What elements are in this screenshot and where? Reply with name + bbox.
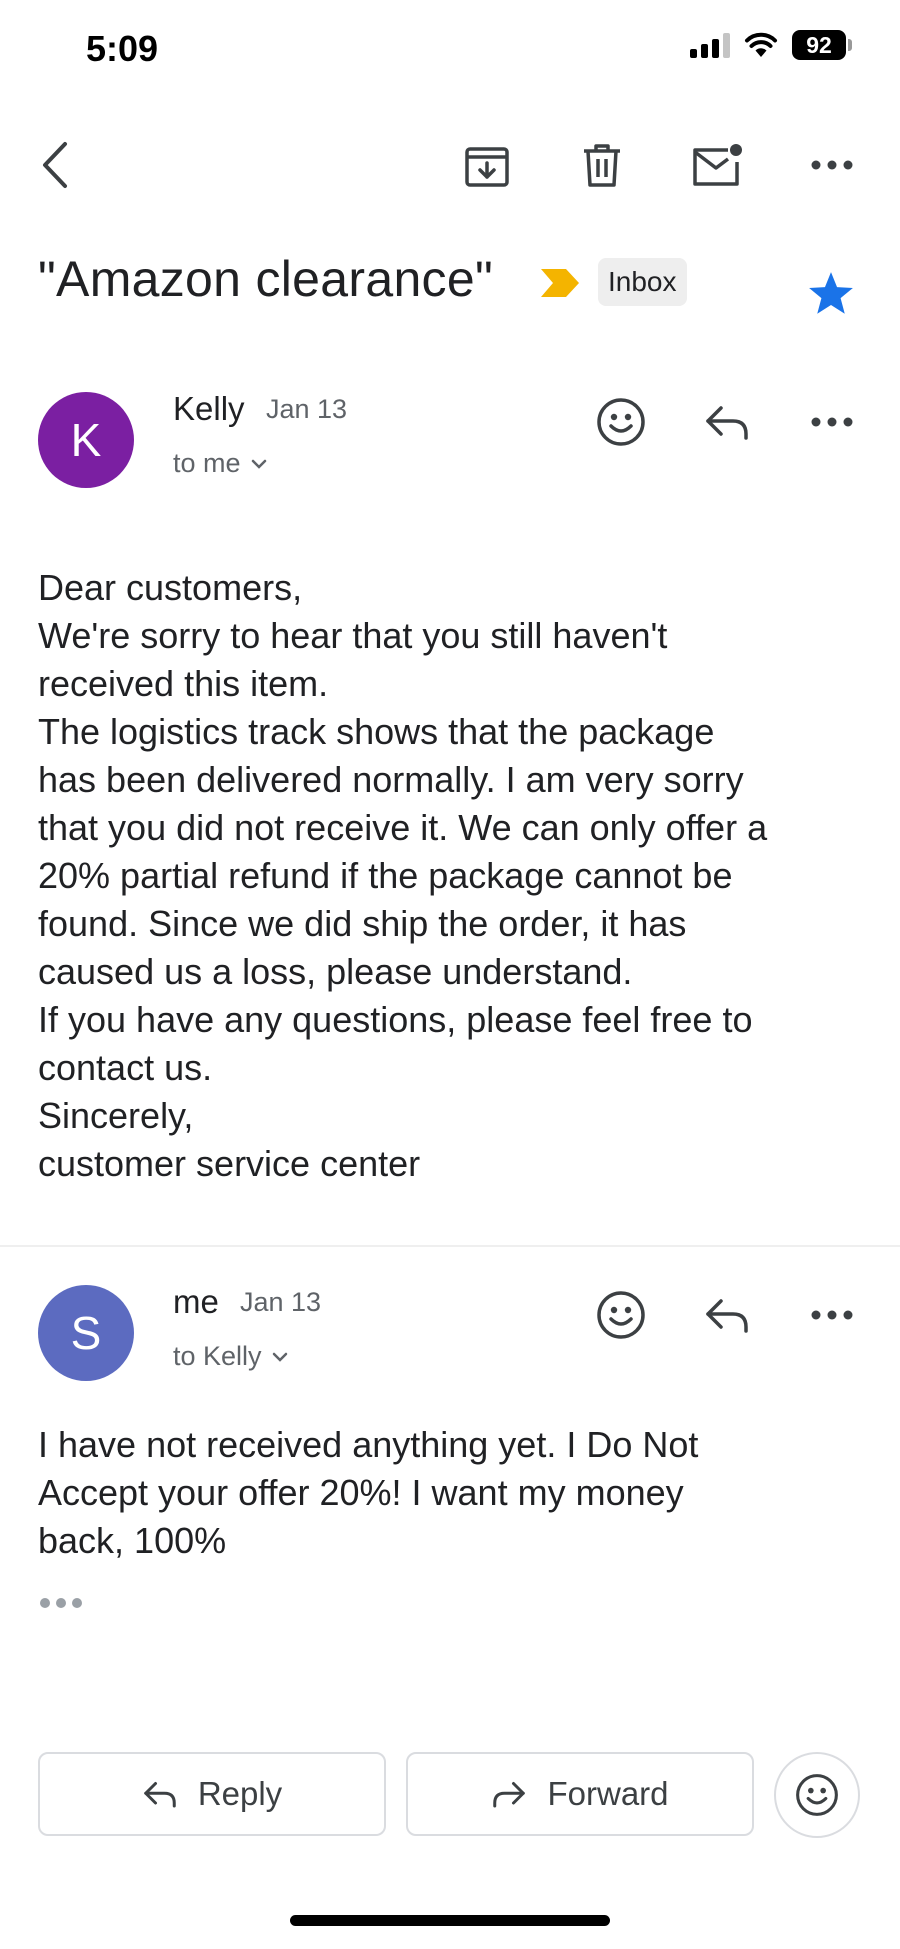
avatar[interactable]: S xyxy=(38,1285,134,1381)
recipient-details[interactable]: to me xyxy=(173,448,267,479)
inbox-label-chip[interactable]: Inbox xyxy=(598,258,687,306)
body-line: back, 100% xyxy=(38,1520,227,1561)
more-horizontal-icon xyxy=(811,417,853,427)
importance-marker[interactable] xyxy=(538,266,582,305)
more-horizontal-icon xyxy=(811,1310,853,1320)
body-line: Dear customers, xyxy=(38,567,303,608)
body-line: 20% partial refund if the package cannot… xyxy=(38,855,733,896)
reply-button[interactable] xyxy=(692,387,762,457)
reply-icon xyxy=(706,1299,748,1333)
chevron-down-icon xyxy=(251,459,266,469)
subject-row: "Amazon clearance" Inbox xyxy=(38,246,868,316)
message-body: I have not received anything yet. I Do N… xyxy=(38,1421,878,1565)
body-line: I have not received anything yet. I Do N… xyxy=(38,1424,699,1465)
forward-label: Forward xyxy=(547,1775,669,1812)
reply-label: Reply xyxy=(197,1775,283,1812)
body-line: The logistics track shows that the packa… xyxy=(38,711,715,752)
archive-icon xyxy=(465,147,509,187)
message-toolbar xyxy=(0,130,900,200)
back-button[interactable] xyxy=(20,130,90,200)
cellular-signal-icon xyxy=(690,32,730,58)
chevron-down-icon xyxy=(272,1352,287,1362)
emoji-icon xyxy=(796,1774,838,1816)
more-horizontal-icon xyxy=(811,160,853,170)
message-divider xyxy=(0,1245,900,1247)
delete-button[interactable] xyxy=(567,130,637,200)
add-reaction-button[interactable] xyxy=(586,387,656,457)
sender-name[interactable]: me xyxy=(173,1283,219,1321)
forward-icon xyxy=(493,1782,526,1808)
home-indicator[interactable] xyxy=(290,1915,610,1926)
react-action-button[interactable] xyxy=(774,1752,860,1838)
reply-action-button[interactable]: Reply xyxy=(38,1752,386,1836)
message-more-button[interactable] xyxy=(797,1280,867,1350)
star-toggle[interactable] xyxy=(806,270,856,323)
recipient-details[interactable]: to Kelly xyxy=(173,1341,288,1372)
more-options-button[interactable] xyxy=(797,130,867,200)
body-line: that you did not receive it. We can only… xyxy=(38,807,768,848)
body-line: Accept your offer 20%! I want my money xyxy=(38,1472,684,1513)
chevron-left-icon xyxy=(43,142,67,188)
battery-icon: 92 xyxy=(792,30,852,60)
battery-level: 92 xyxy=(792,30,846,60)
archive-button[interactable] xyxy=(452,130,522,200)
trash-icon xyxy=(584,144,620,187)
reply-icon xyxy=(144,1782,176,1808)
body-line: received this item. xyxy=(38,663,329,704)
message-body: Dear customers, We're sorry to hear that… xyxy=(38,564,878,1188)
show-trimmed-content-button[interactable] xyxy=(40,1598,82,1608)
body-line: Sincerely, xyxy=(38,1095,194,1136)
message-date: Jan 13 xyxy=(266,394,348,424)
sender-name[interactable]: Kelly xyxy=(173,390,245,428)
status-indicators: 92 xyxy=(690,30,852,60)
emoji-icon xyxy=(597,1291,645,1339)
recipient-label: to Kelly xyxy=(173,1341,262,1371)
body-line: contact us. xyxy=(38,1047,213,1088)
body-line: If you have any questions, please feel f… xyxy=(38,999,753,1040)
wifi-icon xyxy=(745,32,777,57)
reply-button[interactable] xyxy=(692,1280,762,1350)
star-icon xyxy=(809,272,853,314)
recipient-label: to me xyxy=(173,448,241,478)
message-more-button[interactable] xyxy=(797,387,867,457)
body-line: customer service center xyxy=(38,1143,421,1184)
mark-unread-button[interactable] xyxy=(682,130,752,200)
message-date: Jan 13 xyxy=(240,1287,322,1317)
importance-icon xyxy=(541,269,579,297)
reply-icon xyxy=(706,406,748,440)
forward-action-button[interactable]: Forward xyxy=(406,1752,754,1836)
body-line: found. Since we did ship the order, it h… xyxy=(38,903,687,944)
avatar[interactable]: K xyxy=(38,392,134,488)
emoji-icon xyxy=(597,398,645,446)
status-bar: 5:09 92 xyxy=(0,0,900,100)
add-reaction-button[interactable] xyxy=(586,1280,656,1350)
body-line: has been delivered normally. I am very s… xyxy=(38,759,744,800)
mark-unread-icon xyxy=(693,144,742,186)
body-line: caused us a loss, please understand. xyxy=(38,951,633,992)
body-line: We're sorry to hear that you still haven… xyxy=(38,615,668,656)
email-subject: "Amazon clearance" xyxy=(38,251,494,307)
status-time: 5:09 xyxy=(86,28,159,69)
